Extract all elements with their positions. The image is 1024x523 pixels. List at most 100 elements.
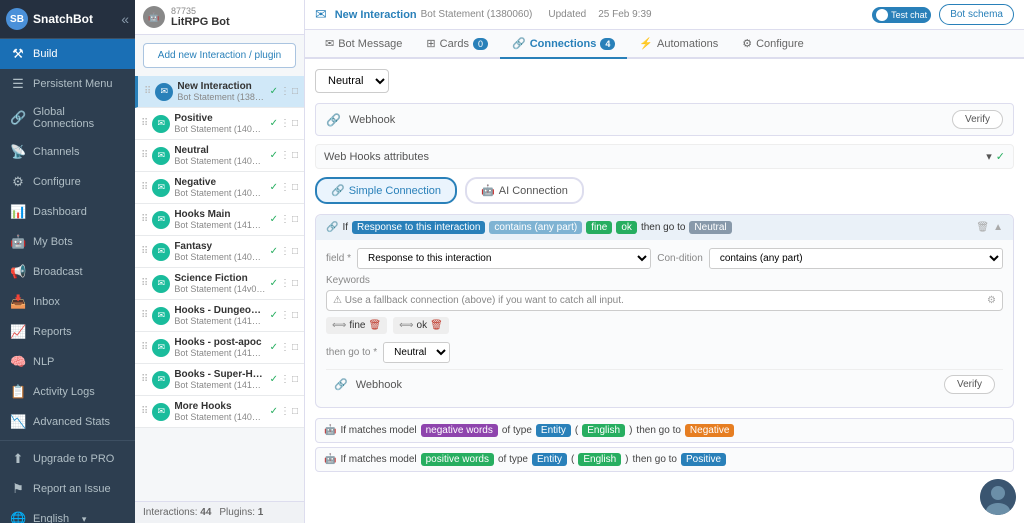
list-item[interactable]: ⠿ ✉ Positive Bot Statement (1407634) ✓ ⋮…	[135, 108, 304, 140]
sidebar-item-global-connections[interactable]: 🔗 Global Connections	[0, 99, 135, 137]
sidebar-item-broadcast[interactable]: 📢 Broadcast	[0, 257, 135, 287]
sidebar-item-persistent-menu[interactable]: ☰ Persistent Menu	[0, 69, 135, 99]
list-item[interactable]: ⠿ ✉ Hooks Main Bot Statement (1412229) ✓…	[135, 204, 304, 236]
expand-icon[interactable]: □	[292, 150, 298, 161]
expand-icon[interactable]: □	[292, 246, 298, 257]
sidebar-item-my-bots[interactable]: 🤖 My Bots	[0, 227, 135, 257]
sidebar-item-label: Upgrade to PRO	[33, 453, 114, 465]
sidebar-item-language[interactable]: 🌐 English ▾	[0, 504, 135, 523]
list-item[interactable]: ⠿ ✉ Hooks - Dungeon P... Bot Statement (…	[135, 300, 304, 332]
more-icon[interactable]: ⋮	[280, 182, 290, 193]
check-icon: ✓	[270, 374, 278, 385]
collapse-icon[interactable]: ▲	[993, 222, 1003, 233]
field-select[interactable]: Response to this interaction	[357, 248, 651, 269]
ai-connection-button[interactable]: 🤖 AI Connection	[465, 177, 584, 204]
more-icon[interactable]: ⋮	[280, 406, 290, 417]
neutral-select[interactable]: Neutral	[315, 69, 389, 93]
sidebar-item-upgrade[interactable]: ⬆ Upgrade to PRO	[0, 444, 135, 474]
list-item[interactable]: ⠿ ✉ Fantasy Bot Statement (1407637) ✓ ⋮ …	[135, 236, 304, 268]
check-icon: ✓	[270, 214, 278, 225]
expand-icon[interactable]: □	[292, 214, 298, 225]
list-item[interactable]: ⠿ ✉ Science Fiction Bot Statement (14v04…	[135, 268, 304, 300]
sidebar-item-dashboard[interactable]: 📊 Dashboard	[0, 197, 135, 227]
then-go-label: then go to *	[326, 347, 377, 358]
simple-conn-label: Simple Connection	[349, 185, 441, 197]
web-hooks-attributes[interactable]: Web Hooks attributes ▾ ✓	[315, 144, 1014, 169]
sidebar-item-nlp[interactable]: 🧠 NLP	[0, 347, 135, 377]
condition-select[interactable]: contains (any part)	[709, 248, 1003, 269]
tab-cards[interactable]: ⊞ Cards 0	[414, 30, 500, 59]
bot-name: LitRPG Bot	[171, 16, 230, 28]
delete-keyword-icon[interactable]: 🗑	[368, 320, 381, 331]
sidebar-item-label: Configure	[33, 176, 81, 188]
more-icon[interactable]: ⋮	[280, 374, 290, 385]
list-item[interactable]: ⠿ ✉ Neutral Bot Statement (1407635) ✓ ⋮ …	[135, 140, 304, 172]
more-icon[interactable]: ⋮	[280, 86, 290, 97]
interaction-actions: ✓ ⋮ □	[270, 118, 298, 129]
list-item[interactable]: ⠿ ✉ Negative Bot Statement (1407636) ✓ ⋮…	[135, 172, 304, 204]
expand-icon[interactable]: □	[292, 182, 298, 193]
sidebar-item-reports[interactable]: 📈 Reports	[0, 317, 135, 347]
list-item[interactable]: ⠿ ✉ More Hooks Bot Statement (1407638) ✓…	[135, 396, 304, 428]
add-interaction-button[interactable]: Add new Interaction / plugin	[143, 43, 296, 68]
link-icon: 🔗	[331, 184, 345, 197]
gear-icon[interactable]: ⚙	[987, 295, 996, 306]
check-icon: ✓	[270, 342, 278, 353]
check-icon: ✓	[270, 246, 278, 257]
sidebar-item-build[interactable]: ⚒ Build	[0, 39, 135, 69]
expand-icon[interactable]: □	[292, 310, 298, 321]
tab-automations[interactable]: ⚡ Automations	[627, 30, 730, 59]
test-chat-toggle[interactable]: Test chat	[872, 7, 931, 23]
keywords-input[interactable]: ⚠ Use a fallback connection (above) if y…	[326, 290, 1003, 311]
expand-icon[interactable]: □	[292, 374, 298, 385]
more-icon[interactable]: ⋮	[280, 214, 290, 225]
updated-label: Updated	[548, 9, 586, 20]
link-icon: 🔗	[10, 110, 26, 126]
bot-id: 87735	[171, 6, 230, 16]
tab-label: Cards	[440, 38, 469, 50]
more-icon[interactable]: ⋮	[280, 278, 290, 289]
interaction-info: More Hooks Bot Statement (1407638)	[174, 401, 265, 422]
interaction-sub: Bot Statement (1380060)	[177, 92, 265, 102]
expand-icon[interactable]: □	[292, 342, 298, 353]
delete-keyword-icon[interactable]: 🗑	[430, 320, 443, 331]
tab-configure[interactable]: ⚙ Configure	[730, 30, 816, 59]
bot-schema-button[interactable]: Bot schema	[939, 4, 1014, 25]
list-item[interactable]: ⠿ ✉ Books - Super-Hero Bot Statement (14…	[135, 364, 304, 396]
check-icon: ✓	[270, 86, 278, 97]
interaction-name: More Hooks	[174, 401, 265, 412]
sidebar-item-advanced-stats[interactable]: 📉 Advanced Stats	[0, 407, 135, 437]
delete-icon[interactable]: 🗑	[976, 222, 989, 233]
ai-model-icon: 🤖	[324, 454, 336, 465]
more-icon[interactable]: ⋮	[280, 342, 290, 353]
logs-icon: 📋	[10, 384, 26, 400]
tab-connections[interactable]: 🔗 Connections 4	[500, 30, 627, 59]
interaction-info: Positive Bot Statement (1407634)	[174, 113, 265, 134]
sidebar-collapse-icon[interactable]: «	[121, 11, 129, 27]
list-item[interactable]: ⠿ ✉ Hooks - post-apoc Bot Statement (141…	[135, 332, 304, 364]
verify-button[interactable]: Verify	[952, 110, 1003, 129]
more-icon[interactable]: ⋮	[280, 310, 290, 321]
conn-card-header: 🔗 If Response to this interaction contai…	[316, 215, 1013, 240]
list-item[interactable]: ⠿ ✉ New Interaction Bot Statement (13800…	[135, 76, 304, 108]
more-icon[interactable]: ⋮	[280, 118, 290, 129]
expand-icon[interactable]: □	[292, 118, 298, 129]
sidebar-item-label: Inbox	[33, 296, 60, 308]
interaction-name: Fantasy	[174, 241, 265, 252]
sidebar-item-configure[interactable]: ⚙ Configure	[0, 167, 135, 197]
sidebar-item-inbox[interactable]: 📥 Inbox	[0, 287, 135, 317]
then-go-select[interactable]: Neutral	[383, 342, 450, 363]
bot-header: 🤖 87735 LitRPG Bot	[135, 0, 304, 35]
tab-bot-message[interactable]: ✉ Bot Message	[313, 30, 414, 59]
drag-handle-icon: ⠿	[141, 182, 148, 193]
verify-button-2[interactable]: Verify	[944, 375, 995, 394]
more-icon[interactable]: ⋮	[280, 150, 290, 161]
simple-connection-button[interactable]: 🔗 Simple Connection	[315, 177, 457, 204]
expand-icon[interactable]: □	[292, 278, 298, 289]
sidebar-item-channels[interactable]: 📡 Channels	[0, 137, 135, 167]
expand-icon[interactable]: □	[292, 406, 298, 417]
sidebar-item-activity-logs[interactable]: 📋 Activity Logs	[0, 377, 135, 407]
more-icon[interactable]: ⋮	[280, 246, 290, 257]
sidebar-item-report-issue[interactable]: ⚑ Report an Issue	[0, 474, 135, 504]
expand-icon[interactable]: □	[292, 86, 298, 97]
